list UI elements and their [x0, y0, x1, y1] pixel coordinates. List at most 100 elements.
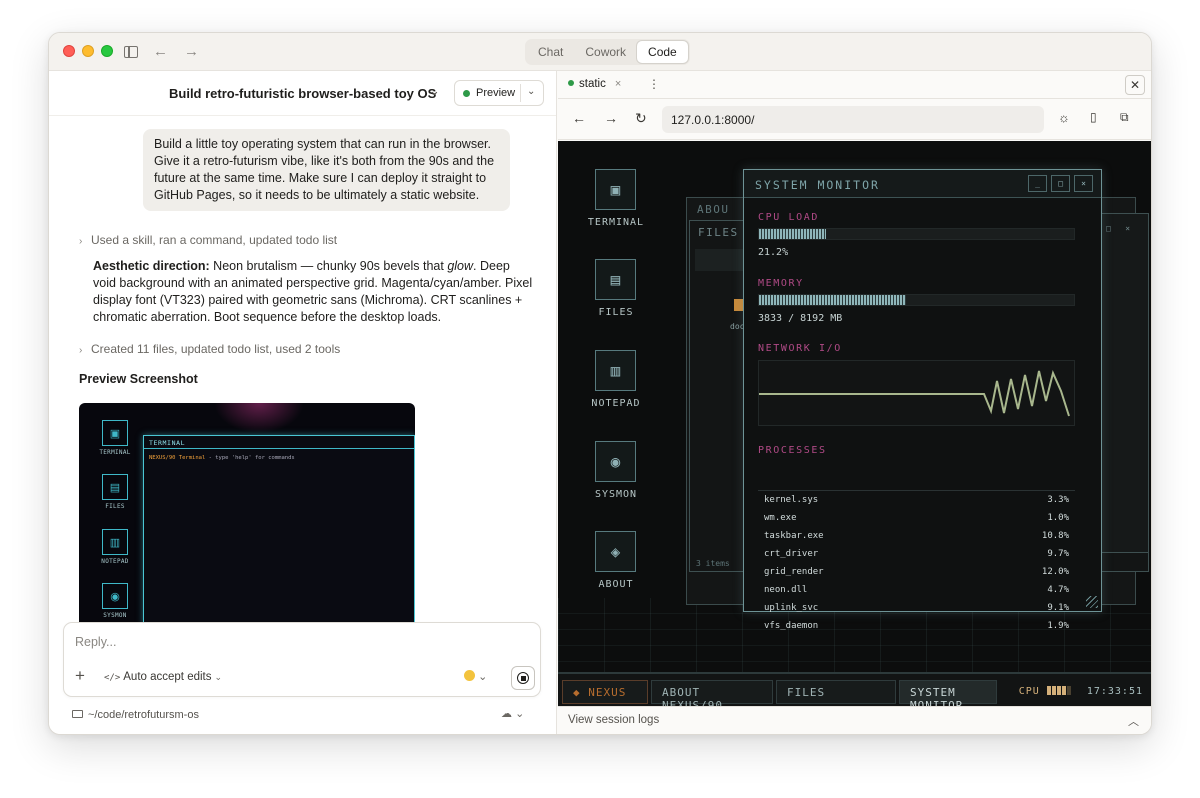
- sysmon-icon[interactable]: ◉: [595, 441, 636, 482]
- tool-step-label: Created 11 files, updated todo list, use…: [91, 342, 341, 356]
- window-title: SYSTEM MONITOR: [744, 170, 1101, 198]
- chevron-down-icon[interactable]: ⌄: [527, 86, 535, 97]
- tool-step-summary[interactable]: › Used a skill, ran a command, updated to…: [79, 233, 337, 247]
- reply-input[interactable]: Reply...: [75, 635, 116, 649]
- preview-screenshot[interactable]: ▣ TERMINAL ▤ FILES ▥ NOTEPAD ◉ SYSMON TE…: [79, 403, 415, 623]
- items-count: 3 items: [696, 559, 730, 568]
- stop-button[interactable]: [511, 666, 535, 690]
- close-tab-icon[interactable]: ×: [615, 78, 621, 90]
- terminal-icon[interactable]: ▣: [595, 169, 636, 210]
- inspect-icon[interactable]: ⧉: [1120, 110, 1129, 125]
- process-cpu: 10.8%: [1041, 531, 1069, 541]
- reload-icon[interactable]: ↻: [635, 110, 647, 127]
- user-message: Build a little toy operating system that…: [143, 129, 510, 211]
- icon-label: TERMINAL: [99, 449, 131, 456]
- terminal-prefix: NEXUS/90 Terminal: [149, 455, 206, 461]
- back-arrow-icon[interactable]: ←: [572, 110, 586, 126]
- cloud-sync-selector[interactable]: ☁ ⌄: [501, 707, 524, 720]
- icon-label: NOTEPAD: [101, 558, 129, 565]
- files-icon: ▤: [102, 474, 128, 500]
- desktop-icon-label: FILES: [598, 307, 634, 318]
- close-pane-button[interactable]: ✕: [1125, 75, 1145, 95]
- sidebar-toggle-icon[interactable]: [124, 46, 138, 58]
- preview-label: Preview: [476, 87, 516, 99]
- tool-step-label: Used a skill, ran a command, updated tod…: [91, 233, 338, 247]
- effort-selector[interactable]: ⌄: [464, 670, 487, 683]
- mode-code[interactable]: Code: [637, 41, 688, 63]
- icon-label: FILES: [105, 503, 125, 510]
- os-taskbar: ◆ NEXUS ABOUT NEXUS/90 FILES SYSTEM MONI…: [558, 672, 1151, 708]
- chevron-up-icon[interactable]: ︿: [1128, 713, 1139, 729]
- url-bar[interactable]: 127.0.0.1:8000/: [662, 106, 1044, 133]
- monitor-icon: [72, 710, 83, 718]
- browser-tab[interactable]: static ×: [568, 78, 621, 90]
- maximize-window-button[interactable]: [101, 45, 113, 57]
- theme-icon[interactable]: ☼: [1058, 110, 1070, 125]
- app-window: ← → Chat Cowork Code Build retro-futuris…: [48, 32, 1152, 735]
- notepad-icon: ▥: [102, 529, 128, 555]
- browser-navbar: ← → ↻ 127.0.0.1:8000/ ☼ ▯ ⧉: [558, 100, 1151, 140]
- system-monitor-window[interactable]: SYSTEM MONITOR _ □ × CPU LOAD 21.2% MEMO…: [743, 169, 1102, 631]
- process-cpu: 3.3%: [1047, 495, 1069, 505]
- process-name: kernel.sys: [764, 495, 819, 505]
- back-arrow-icon[interactable]: ←: [153, 43, 168, 61]
- minimize-window-button[interactable]: [82, 45, 94, 57]
- maximize-button[interactable]: □: [1051, 175, 1070, 192]
- taskbar-item-files[interactable]: FILES: [776, 680, 896, 704]
- process-row[interactable]: crt_driver 9.7%: [758, 545, 1075, 563]
- os-desktop: ABOU FILES doc 3 items □ × ▣ TERMINAL ▤ …: [558, 141, 1151, 708]
- process-row[interactable]: taskbar.exe 10.8%: [758, 527, 1075, 545]
- close-button[interactable]: ×: [1074, 175, 1093, 192]
- forward-arrow-icon[interactable]: →: [184, 43, 199, 61]
- process-row[interactable]: kernel.sys 3.3%: [758, 491, 1075, 509]
- process-cpu: 12.0%: [1041, 567, 1069, 577]
- process-row[interactable]: vfs_daemon 1.9%: [758, 617, 1075, 635]
- files-icon[interactable]: ▤: [595, 259, 636, 300]
- taskbar-item-about[interactable]: ABOUT NEXUS/90: [651, 680, 773, 708]
- start-button[interactable]: ◆ NEXUS: [562, 680, 648, 704]
- resize-handle[interactable]: [1086, 596, 1098, 608]
- desktop-icon-label: TERMINAL: [587, 217, 645, 228]
- process-cpu: 9.1%: [1047, 603, 1069, 613]
- status-dot-icon: [463, 89, 470, 97]
- device-icon[interactable]: ▯: [1090, 110, 1097, 124]
- view-session-logs[interactable]: View session logs ︿: [558, 706, 1151, 734]
- process-name: crt_driver: [764, 549, 819, 559]
- forward-arrow-icon[interactable]: →: [604, 110, 618, 126]
- cloud-icon: ☁: [501, 708, 512, 720]
- reply-composer: Reply... + </> Auto accept edits ⌄ ⌄: [63, 622, 541, 697]
- taskbar-item-system-monitor[interactable]: SYSTEM MONITOR: [899, 680, 997, 708]
- close-window-button[interactable]: [63, 45, 75, 57]
- network-label: NETWORK I/O: [758, 343, 842, 354]
- process-row[interactable]: uplink_svc 9.1%: [758, 599, 1075, 617]
- memory-bar-fill: [759, 295, 907, 305]
- desktop-icon-label: NOTEPAD: [591, 398, 641, 409]
- cpu-value: 21.2%: [758, 247, 789, 258]
- divider: [520, 84, 521, 102]
- session-logs-label: View session logs: [568, 714, 660, 726]
- conversation-title[interactable]: Build retro-futuristic browser-based toy…: [169, 86, 436, 101]
- about-icon[interactable]: ◈: [595, 531, 636, 572]
- edit-mode-selector[interactable]: </> Auto accept edits ⌄: [104, 671, 222, 683]
- more-options-icon[interactable]: ⋮: [648, 77, 660, 91]
- chevron-right-icon: ›: [79, 345, 83, 356]
- preview-button[interactable]: Preview ⌄: [454, 80, 544, 106]
- notepad-icon[interactable]: ▥: [595, 350, 636, 391]
- tool-step-summary[interactable]: › Created 11 files, updated todo list, us…: [79, 342, 340, 356]
- chevron-down-icon: ⌄: [515, 708, 525, 720]
- chevron-right-icon: ›: [79, 236, 83, 247]
- minimize-button[interactable]: _: [1028, 175, 1047, 192]
- chevron-down-icon: ⌄: [214, 672, 223, 682]
- icon-label: SYSMON: [103, 612, 127, 619]
- process-row[interactable]: wm.exe 1.0%: [758, 509, 1075, 527]
- process-row[interactable]: grid_render 12.0%: [758, 563, 1075, 581]
- mode-chat[interactable]: Chat: [527, 41, 574, 63]
- workspace-path[interactable]: ~/code/retrofutursm-os: [72, 709, 199, 721]
- chevron-down-icon[interactable]: ⌄: [429, 83, 440, 99]
- process-row[interactable]: neon.dll 4.7%: [758, 581, 1075, 599]
- mode-cowork[interactable]: Cowork: [574, 41, 637, 63]
- process-name: vfs_daemon: [764, 621, 819, 631]
- mode-switcher: Chat Cowork Code: [525, 39, 690, 65]
- sysmon-icon: ◉: [102, 583, 128, 609]
- add-attachment-button[interactable]: +: [75, 667, 85, 684]
